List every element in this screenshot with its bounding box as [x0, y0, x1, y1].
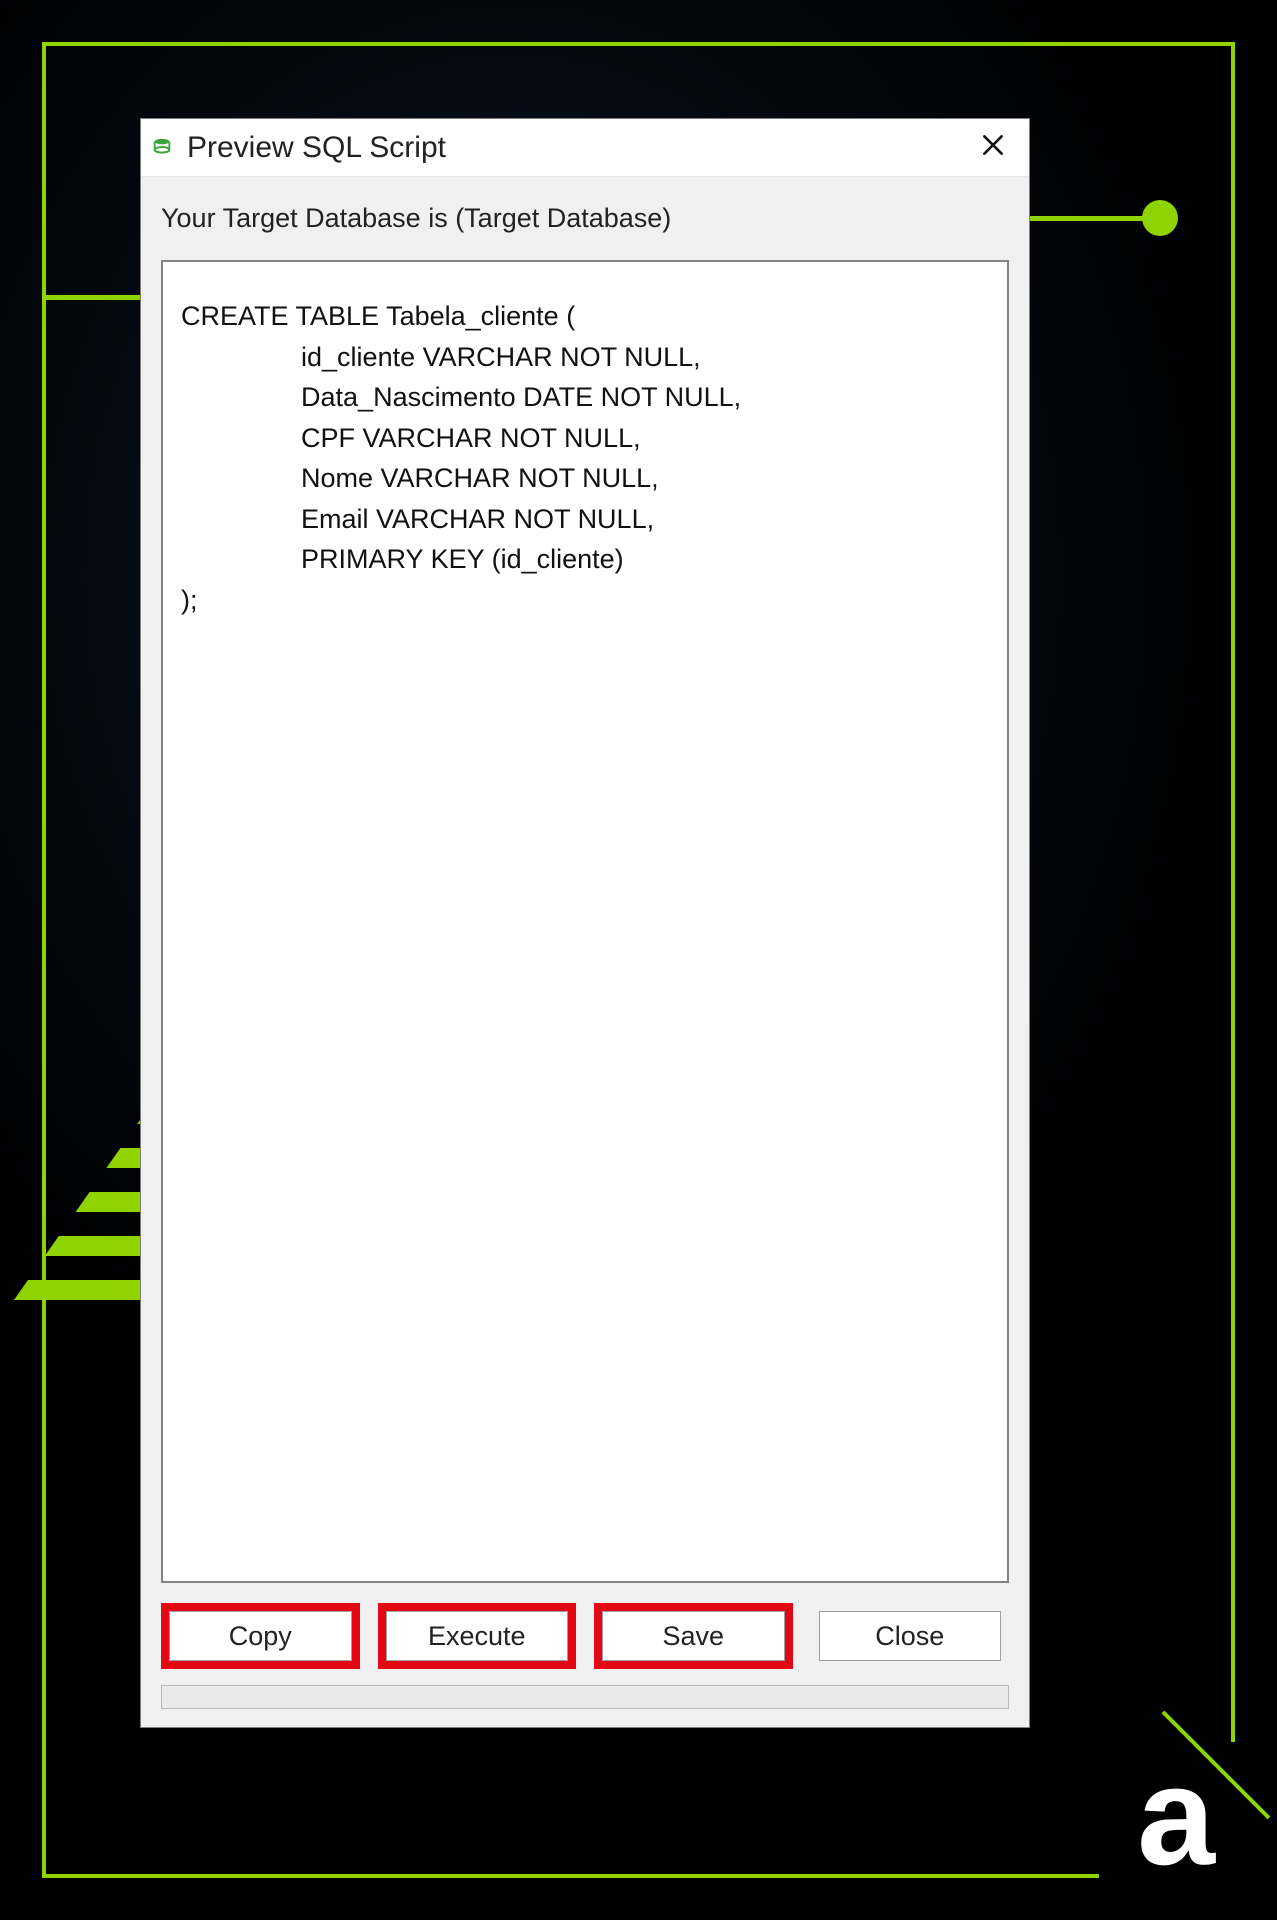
- dialog-titlebar[interactable]: Preview SQL Script: [141, 119, 1029, 177]
- dialog-title: Preview SQL Script: [187, 131, 446, 165]
- preview-sql-dialog: Preview SQL Script Your Target Database …: [140, 118, 1030, 1728]
- close-button[interactable]: [969, 124, 1017, 172]
- save-button-highlight: Save: [594, 1603, 793, 1669]
- close-dialog-button[interactable]: Close: [819, 1611, 1002, 1661]
- copy-button-highlight: Copy: [161, 1603, 360, 1669]
- corner-logo: a: [1137, 1760, 1207, 1872]
- frame-chamfer-mask: [1099, 1742, 1239, 1882]
- connector-line-right: [1028, 216, 1160, 221]
- save-button[interactable]: Save: [602, 1611, 785, 1661]
- dialog-status-strip: [161, 1685, 1009, 1709]
- sql-script-preview[interactable]: CREATE TABLE Tabela_cliente ( id_cliente…: [161, 260, 1009, 1583]
- dialog-button-row: Copy Execute Save Close: [161, 1583, 1009, 1669]
- execute-button[interactable]: Execute: [386, 1611, 569, 1661]
- dialog-body: Your Target Database is (Target Database…: [141, 177, 1029, 1727]
- execute-button-highlight: Execute: [378, 1603, 577, 1669]
- close-button-wrap: Close: [811, 1603, 1010, 1669]
- database-app-icon: [151, 137, 173, 159]
- connector-line-left: [46, 295, 142, 300]
- frame-chamfer-edge: [1162, 1711, 1271, 1820]
- copy-button[interactable]: Copy: [169, 1611, 352, 1661]
- target-database-label: Your Target Database is (Target Database…: [161, 203, 1009, 234]
- close-icon: [980, 132, 1006, 163]
